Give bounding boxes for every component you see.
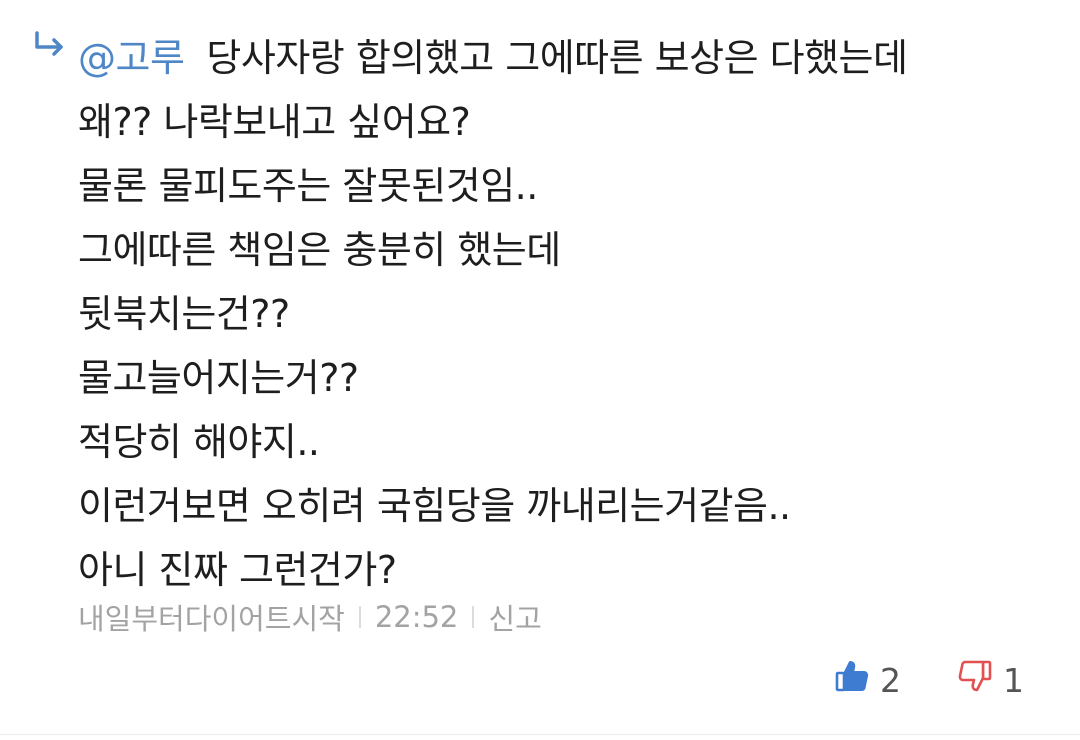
report-button[interactable]: 신고 (488, 596, 541, 638)
comment-line: 물론 물피도주는 잘못된것임.. (78, 164, 538, 208)
comment-time: 22:52 (374, 600, 459, 634)
reply-arrow-icon (32, 30, 68, 60)
thumbs-down-icon (957, 658, 1003, 702)
comment-line: 아니 진짜 그런건가? (78, 548, 397, 592)
dislike-button[interactable]: 1 (957, 658, 1024, 702)
divider (0, 734, 1080, 735)
author-name[interactable]: 내일부터다이어트시작 (78, 596, 345, 638)
dislike-count: 1 (1003, 660, 1024, 700)
meta-divider (472, 606, 475, 628)
comment-line: 이런거보면 오히려 국힘당을 까내리는거같음.. (78, 484, 791, 528)
like-button[interactable]: 2 (834, 658, 901, 702)
thumbs-up-icon (834, 658, 880, 702)
meta-divider (358, 606, 361, 628)
comment-line: 뒷북치는건?? (78, 292, 290, 336)
comment-line-text: 당사자랑 합의했고 그에따른 보상은 다했는데 (206, 36, 908, 80)
comment-meta: 내일부터다이어트시작 22:52 신고 (78, 596, 542, 638)
vote-bar: 2 1 (834, 658, 1024, 702)
like-count: 2 (880, 660, 901, 700)
comment-line: 왜?? 나락보내고 싶어요? (78, 100, 471, 144)
comment-text: @고루 당사자랑 합의했고 그에따른 보상은 다했는데 왜?? 나락보내고 싶어요… (78, 26, 1058, 602)
comment-line: 물고늘어지는거?? (78, 356, 359, 400)
comment-first-line: @고루 당사자랑 합의했고 그에따른 보상은 다했는데 (78, 26, 1058, 90)
comment-line: 적당히 해야지.. (78, 420, 320, 464)
mention-link[interactable]: @고루 (78, 36, 185, 80)
comment-line: 그에따른 책임은 충분히 했는데 (78, 228, 561, 272)
